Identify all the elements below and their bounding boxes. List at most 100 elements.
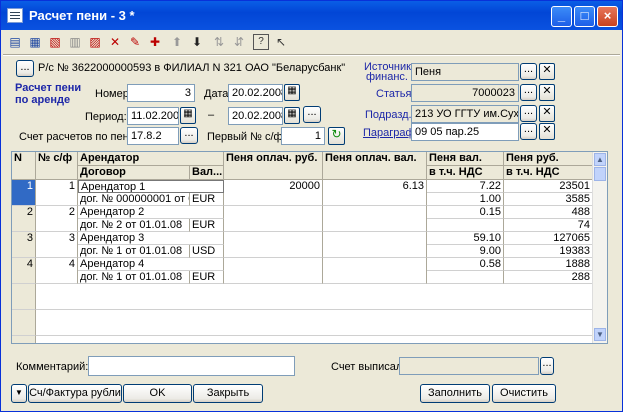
cell-paid-cur[interactable] — [323, 258, 427, 284]
calendar-icon[interactable]: ▦ — [180, 107, 196, 124]
source-field[interactable]: Пеня — [411, 63, 519, 81]
cell-pen-cur[interactable]: 0.58 — [427, 258, 504, 271]
cell-pen-cur-vat[interactable]: 9.00 — [427, 245, 504, 258]
ok-button[interactable]: OK — [123, 384, 192, 403]
insert-row-icon[interactable]: ▦ — [27, 34, 43, 50]
cell-paid-rub[interactable]: 20000 — [224, 180, 323, 206]
cell-n[interactable]: 3 — [12, 232, 36, 258]
cut-icon[interactable]: ▨ — [87, 34, 103, 50]
cell-currency[interactable]: EUR — [190, 193, 224, 206]
cell-contract[interactable]: дог. № 2 от 01.01.08 — [78, 219, 190, 232]
date-field[interactable]: 20.02.2008 — [228, 84, 283, 102]
number-field[interactable]: 3 — [127, 84, 195, 102]
source-clear-icon[interactable]: ✕ — [539, 63, 555, 80]
issued-by-select-button[interactable]: ... — [540, 357, 554, 375]
scroll-up-icon[interactable]: ▲ — [594, 153, 606, 166]
scroll-down-icon[interactable]: ▼ — [594, 328, 606, 341]
new-record-icon[interactable]: ▤ — [7, 34, 23, 50]
division-clear-icon[interactable]: ✕ — [539, 105, 555, 122]
article-select-button[interactable]: ... — [520, 84, 537, 101]
paragraph-clear-icon[interactable]: ✕ — [539, 123, 555, 140]
cell-pen-cur-vat[interactable]: 1.00 — [427, 193, 504, 206]
arrow-down-icon[interactable]: ⬇ — [189, 34, 205, 50]
copy-icon[interactable]: ▥ — [67, 34, 83, 50]
cell-paid-cur[interactable] — [323, 206, 427, 232]
delete-icon[interactable]: ✕ — [107, 34, 123, 50]
col-header-pen-rub-vat[interactable]: в т.ч. НДС — [504, 166, 593, 180]
cell-paid-rub[interactable] — [224, 258, 323, 284]
col-header-currency[interactable]: Вал... — [190, 166, 224, 180]
period-select-button[interactable]: ... — [303, 106, 321, 123]
edit-icon[interactable]: ✎ — [127, 34, 143, 50]
col-header-tenant[interactable]: Арендатор — [78, 152, 224, 166]
account-select-button[interactable]: ... — [16, 60, 34, 77]
cell-currency[interactable]: EUR — [190, 271, 224, 284]
cell-pen-rub[interactable]: 488 — [504, 206, 593, 219]
division-field[interactable]: 213 УО ГГТУ им.Сухого — [411, 105, 519, 123]
cell-pen-rub[interactable]: 23501 — [504, 180, 593, 193]
title-bar[interactable]: Расчет пени - 3 * _ □ × — [1, 1, 622, 30]
cell-contract[interactable]: дог. № 1 от 01.01.08 — [78, 245, 190, 258]
cell-invoice[interactable]: 2 — [36, 206, 78, 232]
invoice-rub-button[interactable]: Сч/Фактура рубли — [28, 384, 122, 403]
empty-row[interactable] — [36, 284, 593, 310]
cell-pen-cur[interactable]: 7.22 — [427, 180, 504, 193]
empty-row[interactable] — [36, 310, 593, 336]
cell-currency[interactable]: USD — [190, 245, 224, 258]
cell-pen-cur[interactable]: 0.15 — [427, 206, 504, 219]
cell-contract[interactable]: дог. № 1 от 01.01.08 — [78, 271, 190, 284]
cell-invoice[interactable]: 4 — [36, 258, 78, 284]
scroll-thumb[interactable] — [594, 167, 606, 181]
cell-invoice[interactable]: 3 — [36, 232, 78, 258]
source-select-button[interactable]: ... — [520, 63, 537, 80]
cell-currency[interactable]: EUR — [190, 219, 224, 232]
cell-pen-rub-vat[interactable]: 19383 — [504, 245, 593, 258]
refresh-icon[interactable]: ↻ — [328, 127, 345, 145]
col-header-paid-cur[interactable]: Пеня оплач. вал. — [323, 152, 427, 180]
cell-pen-rub-vat[interactable]: 288 — [504, 271, 593, 284]
calendar-icon[interactable]: ▦ — [284, 84, 300, 101]
sort-desc-icon[interactable]: ⇵ — [231, 34, 247, 50]
paragraph-link[interactable]: Параграф — [363, 127, 415, 139]
add-icon[interactable]: ✚ — [147, 34, 163, 50]
account-field[interactable]: 17.8.2 — [127, 127, 179, 145]
article-field[interactable]: 7000023 — [411, 84, 519, 102]
dropdown-arrow-icon[interactable]: ▼ — [11, 384, 27, 403]
cell-tenant[interactable]: Арендатор 1 — [78, 180, 224, 193]
cell-pen-cur[interactable]: 59.10 — [427, 232, 504, 245]
col-header-paid-rub[interactable]: Пеня оплач. руб. — [224, 152, 323, 180]
cell-n[interactable]: 4 — [12, 258, 36, 284]
penalty-table[interactable]: N № с/ф Арендатор Договор Вал... Пеня оп… — [11, 151, 608, 344]
close-button[interactable]: Закрыть — [193, 384, 263, 403]
col-header-pen-cur[interactable]: Пеня вал. — [427, 152, 504, 166]
paragraph-select-button[interactable]: ... — [520, 123, 537, 140]
cell-contract[interactable]: дог. № 000000001 от 01. — [78, 193, 190, 206]
minimize-button[interactable]: _ — [551, 6, 572, 27]
col-header-pen-cur-vat[interactable]: в т.ч. НДС — [427, 166, 504, 180]
col-header-n[interactable]: N — [12, 152, 36, 180]
help-icon[interactable]: ? — [253, 34, 269, 50]
article-clear-icon[interactable]: ✕ — [539, 84, 555, 101]
col-header-pen-rub[interactable]: Пеня руб. — [504, 152, 593, 166]
paragraph-field[interactable]: 09 05 пар.25 — [411, 123, 519, 141]
issued-by-field[interactable] — [399, 357, 539, 375]
sort-asc-icon[interactable]: ⇅ — [211, 34, 227, 50]
cell-pen-rub[interactable]: 1888 — [504, 258, 593, 271]
fill-button[interactable]: Заполнить — [420, 384, 490, 403]
cell-invoice[interactable]: 1 — [36, 180, 78, 206]
cell-pen-cur-vat[interactable] — [427, 271, 504, 284]
cell-tenant[interactable]: Арендатор 3 — [78, 232, 224, 245]
division-select-button[interactable]: ... — [520, 105, 537, 122]
cell-pen-rub[interactable]: 127065 — [504, 232, 593, 245]
col-header-contract[interactable]: Договор — [78, 166, 190, 180]
vertical-scrollbar[interactable]: ▲ ▼ — [592, 152, 607, 343]
maximize-button[interactable]: □ — [574, 6, 595, 27]
pointer-help-icon[interactable]: ↖ — [273, 34, 289, 50]
cell-pen-rub-vat[interactable]: 3585 — [504, 193, 593, 206]
cell-pen-cur-vat[interactable] — [427, 219, 504, 232]
clear-button[interactable]: Очистить — [492, 384, 556, 403]
col-header-invoice[interactable]: № с/ф — [36, 152, 78, 180]
cell-tenant[interactable]: Арендатор 2 — [78, 206, 224, 219]
cell-paid-cur[interactable]: 6.13 — [323, 180, 427, 206]
delete-row-icon[interactable]: ▧ — [47, 34, 63, 50]
